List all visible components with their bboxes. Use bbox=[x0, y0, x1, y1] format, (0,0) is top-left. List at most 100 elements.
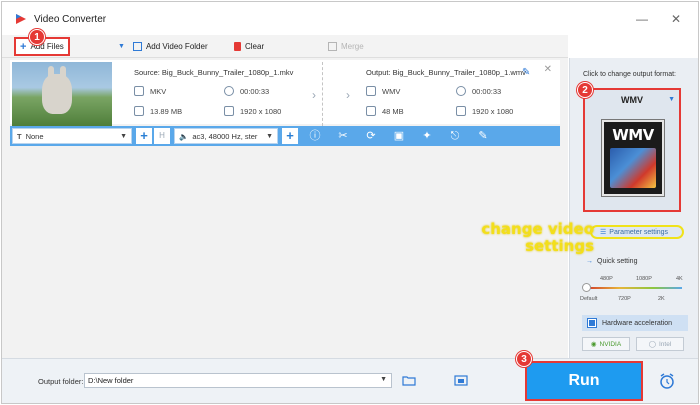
source-size-value: 13.89 MB bbox=[150, 106, 183, 116]
annotation-line-2: settings bbox=[525, 237, 594, 256]
minimize-icon[interactable]: — bbox=[632, 10, 652, 28]
source-resolution: 1920 x 1080 bbox=[224, 106, 281, 116]
toolbar: + Add Files ▼ Add Video Folder Clear Mer… bbox=[2, 35, 568, 58]
clock-icon bbox=[456, 86, 466, 96]
nvidia-option[interactable]: ◉ NVIDIA bbox=[582, 337, 630, 351]
quick-setting-label: → Quick setting bbox=[586, 258, 638, 265]
trim-scissors-icon[interactable]: ✂ bbox=[336, 129, 350, 143]
selected-format: WMV bbox=[621, 95, 643, 105]
effects-wand-icon[interactable]: ✦ bbox=[420, 129, 434, 143]
audio-track-value: ac3, 48000 Hz, ster bbox=[192, 131, 258, 141]
output-folder-value: D:\New folder bbox=[88, 376, 134, 385]
intel-logo-icon: ◯ bbox=[648, 341, 656, 348]
rotate-icon[interactable]: ⟳ bbox=[364, 129, 378, 143]
chevron-down-icon: ▼ bbox=[266, 132, 273, 140]
chevron-down-icon: ▼ bbox=[380, 376, 387, 383]
step-badge-2: 2 bbox=[577, 82, 593, 98]
quality-2k: 2K bbox=[658, 296, 665, 302]
format-icon bbox=[134, 86, 144, 96]
source-resolution-value: 1920 x 1080 bbox=[240, 106, 282, 116]
output-folder-field[interactable]: D:\New folder ▼ bbox=[84, 373, 392, 388]
output-resolution-value: 1920 x 1080 bbox=[472, 106, 514, 116]
output-format-panel: Click to change output format: WMV ▼ WMV… bbox=[569, 58, 698, 358]
close-window-icon[interactable]: ✕ bbox=[666, 10, 686, 28]
chevron-right-icon: › bbox=[346, 88, 350, 102]
quality-720p: 720P bbox=[618, 296, 631, 302]
add-audio-button[interactable]: + bbox=[282, 128, 298, 144]
remove-file-icon[interactable]: ✕ bbox=[544, 64, 552, 75]
folder-icon bbox=[134, 106, 144, 116]
clear-label: Clear bbox=[245, 42, 265, 51]
output-duration-value: 00:00:33 bbox=[472, 86, 502, 96]
output-filename: Output: Big_Buck_Bunny_Trailer_1080p_1.w… bbox=[366, 68, 526, 77]
clock-icon bbox=[224, 86, 234, 96]
slider-icon: → bbox=[586, 258, 593, 265]
merge-icon bbox=[328, 42, 337, 51]
crop-icon[interactable]: ▣ bbox=[392, 129, 406, 143]
add-video-folder-label: Add Video Folder bbox=[145, 42, 208, 51]
chevron-down-icon: ▼ bbox=[120, 132, 127, 140]
step-badge-3: 3 bbox=[516, 351, 532, 367]
browse-folder-icon[interactable] bbox=[454, 375, 468, 386]
text-icon: T bbox=[17, 131, 22, 141]
add-video-folder-button[interactable]: ▼ Add Video Folder bbox=[118, 39, 208, 54]
window-title: Video Converter bbox=[34, 14, 107, 25]
run-button[interactable]: Run bbox=[525, 361, 643, 401]
hardware-acceleration-label: Hardware acceleration bbox=[602, 319, 673, 327]
quality-480p: 480P bbox=[600, 276, 613, 282]
source-size: 13.89 MB bbox=[134, 106, 182, 116]
quality-4k: 4K bbox=[676, 276, 683, 282]
audio-track-select[interactable]: 🔈 ac3, 48000 Hz, ster ▼ bbox=[174, 128, 278, 144]
video-thumbnail[interactable] bbox=[12, 62, 112, 126]
subtitle-export-icon[interactable]: H bbox=[154, 128, 170, 144]
subtitle-select[interactable]: T None ▼ bbox=[12, 128, 132, 144]
source-filename: Source: Big_Buck_Bunny_Trailer_1080p_1.m… bbox=[134, 68, 294, 77]
alarm-clock-icon[interactable] bbox=[658, 372, 676, 390]
film-art bbox=[610, 148, 656, 188]
settings-sliders-icon: ☰ bbox=[600, 229, 607, 236]
wmv-format-logo: WMV bbox=[602, 120, 664, 196]
quality-slider-knob[interactable] bbox=[582, 283, 591, 292]
chevron-down-icon: ▼ bbox=[668, 96, 675, 103]
step-badge-1: 1 bbox=[29, 29, 45, 45]
open-folder-icon[interactable] bbox=[402, 375, 416, 386]
speaker-icon: 🔈 bbox=[179, 131, 189, 141]
clear-button[interactable]: Clear bbox=[234, 39, 264, 54]
info-icon[interactable]: ⓘ bbox=[308, 129, 322, 143]
watermark-stamp-icon[interactable]: ⎋ bbox=[448, 129, 462, 143]
quality-slider-track[interactable] bbox=[586, 287, 682, 289]
bunny-ear bbox=[48, 66, 54, 80]
divider bbox=[322, 62, 323, 126]
folder-add-icon bbox=[132, 42, 142, 51]
output-format-selector[interactable]: WMV ▼ WMV bbox=[583, 88, 681, 212]
merge-label: Merge bbox=[341, 42, 364, 51]
annotation-text: change video settings bbox=[474, 220, 594, 256]
output-folder-label: Output folder: bbox=[38, 377, 84, 386]
parameter-settings-button[interactable]: ☰ Parameter settings bbox=[590, 225, 684, 239]
output-size-value: 48 MB bbox=[382, 106, 404, 116]
edit-pen-icon[interactable]: ✎ bbox=[476, 129, 490, 143]
quality-1080p: 1080P bbox=[636, 276, 652, 282]
parameter-settings-label: Parameter settings bbox=[609, 228, 669, 236]
intel-option[interactable]: ◯ Intel bbox=[636, 337, 684, 351]
bunny-figure bbox=[42, 74, 72, 114]
hardware-acceleration-toggle[interactable]: Hardware acceleration bbox=[582, 315, 688, 331]
source-format: MKV bbox=[134, 86, 166, 96]
app-window: Video Converter — ✕ + Add Files ▼ Add Vi… bbox=[1, 1, 699, 404]
resolution-icon bbox=[224, 106, 234, 116]
title-bar: Video Converter — ✕ bbox=[2, 2, 698, 34]
file-list: Source: Big_Buck_Bunny_Trailer_1080p_1.m… bbox=[2, 58, 568, 358]
annotation-line-1: change video bbox=[481, 220, 594, 238]
add-subtitle-button[interactable]: + bbox=[136, 128, 152, 144]
source-format-value: MKV bbox=[150, 86, 167, 96]
edit-name-icon[interactable]: ✎ bbox=[522, 67, 530, 78]
output-format-prompt: Click to change output format: bbox=[583, 71, 676, 78]
folder-icon bbox=[366, 106, 376, 116]
output-duration: 00:00:33 bbox=[456, 86, 501, 96]
file-item[interactable]: Source: Big_Buck_Bunny_Trailer_1080p_1.m… bbox=[10, 60, 560, 126]
nvidia-logo-icon: ◉ bbox=[590, 341, 597, 348]
output-size: 48 MB bbox=[366, 106, 404, 116]
output-format-value: WMV bbox=[382, 86, 401, 96]
source-duration: 00:00:33 bbox=[224, 86, 269, 96]
merge-button[interactable]: Merge bbox=[328, 39, 364, 54]
